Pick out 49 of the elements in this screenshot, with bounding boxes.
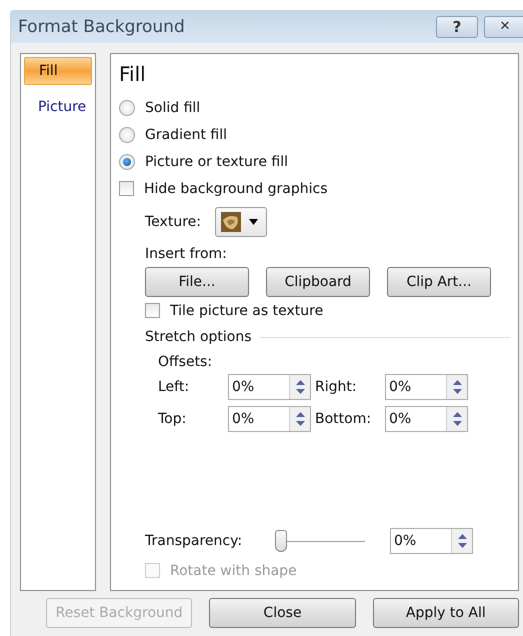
down-arrow-icon[interactable]	[458, 543, 466, 548]
offset-spinner[interactable]: 0%	[228, 406, 311, 432]
texture-swatch-icon	[220, 212, 241, 232]
up-arrow-icon[interactable]	[458, 534, 466, 539]
radio-button[interactable]	[119, 126, 135, 142]
checkbox[interactable]	[119, 181, 134, 196]
transparency-spinner[interactable]: 0%	[390, 528, 473, 554]
section-heading: Fill	[119, 62, 147, 86]
radio-label[interactable]: Solid fill	[145, 100, 200, 116]
up-arrow-icon[interactable]	[452, 380, 462, 385]
checkbox[interactable]	[145, 303, 160, 318]
help-button[interactable]: ?	[436, 16, 478, 38]
dialog-button[interactable]: Close	[209, 598, 356, 628]
offset-label: Left:	[158, 379, 190, 395]
texture-label: Texture:	[145, 214, 201, 230]
down-arrow-icon[interactable]	[452, 421, 462, 426]
sidebar-item[interactable]: Fill	[24, 57, 92, 85]
offset-spinner[interactable]: 0%	[385, 406, 468, 432]
slider-thumb[interactable]	[275, 530, 287, 552]
checkbox-label[interactable]: Hide background graphics	[144, 180, 328, 196]
radio-label[interactable]: Gradient fill	[145, 126, 227, 142]
checkbox-label[interactable]: Tile picture as texture	[170, 302, 324, 318]
offset-label: Top:	[158, 411, 188, 427]
window-title: Format Background	[18, 16, 185, 36]
caret-icon	[248, 219, 258, 225]
insert-button[interactable]: Clipboard	[266, 267, 370, 297]
offset-spinner[interactable]: 0%	[385, 374, 468, 400]
up-arrow-icon[interactable]	[296, 380, 304, 385]
radio-button[interactable]	[119, 100, 135, 116]
transparency-label: Transparency:	[145, 533, 244, 549]
texture-dropdown[interactable]	[214, 207, 267, 237]
offsets-label: Offsets:	[158, 353, 214, 372]
close-button[interactable]: ✕	[484, 16, 523, 38]
sidebar-item[interactable]: Picture	[24, 93, 92, 121]
up-arrow-icon[interactable]	[452, 412, 462, 417]
group-heading: Stretch options	[145, 329, 252, 345]
dialog-button[interactable]: Apply to All	[372, 598, 519, 628]
down-arrow-icon[interactable]	[296, 421, 304, 426]
down-arrow-icon[interactable]	[452, 389, 462, 394]
insert-button[interactable]: File...	[145, 267, 249, 297]
down-arrow-icon[interactable]	[296, 389, 304, 394]
radio-button[interactable]	[119, 154, 135, 170]
offset-spinner[interactable]: 0%	[228, 374, 311, 400]
insert-from-label: Insert from:	[145, 246, 228, 262]
insert-button[interactable]: Clip Art...	[387, 267, 491, 297]
offset-label: Right:	[315, 379, 358, 395]
radio-label[interactable]: Picture or texture fill	[145, 154, 288, 170]
up-arrow-icon[interactable]	[296, 412, 304, 417]
offset-label: Bottom:	[315, 411, 372, 427]
